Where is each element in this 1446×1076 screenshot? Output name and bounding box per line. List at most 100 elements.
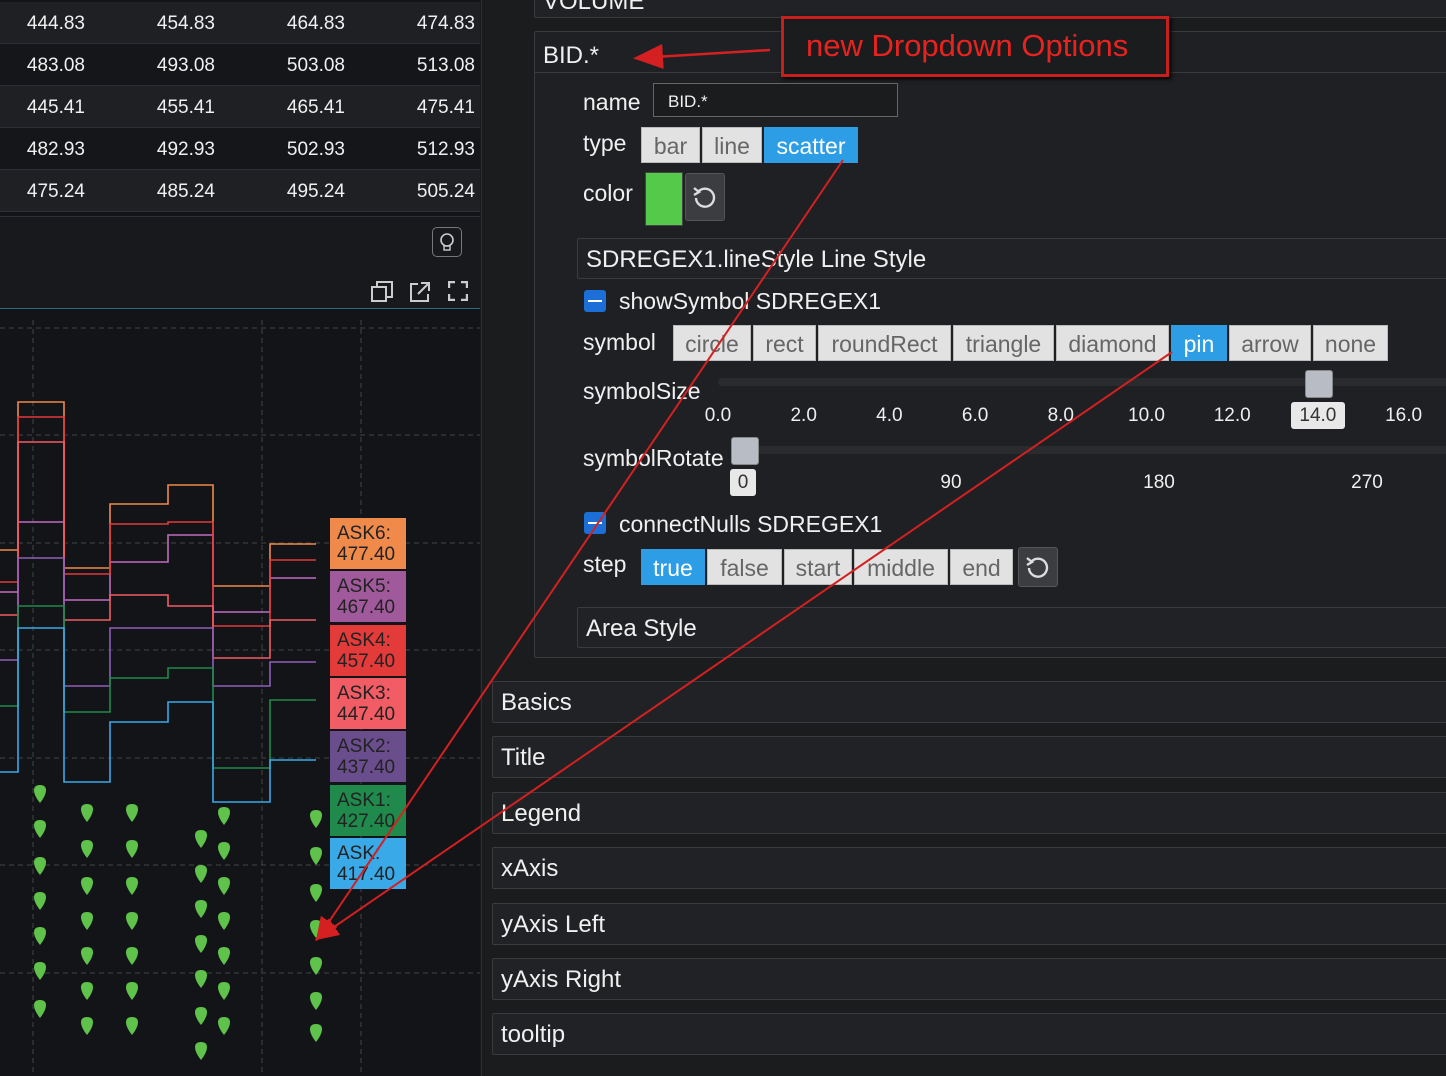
- pin-symbol: [218, 947, 230, 965]
- ask-label: ASK: 417.40: [330, 837, 406, 889]
- size-tick: 12.0: [1213, 405, 1251, 426]
- section-label: xAxis: [501, 855, 559, 883]
- symbol-option-arrow[interactable]: arrow: [1229, 325, 1311, 361]
- symbol-option-none[interactable]: none: [1313, 325, 1388, 361]
- connect-nulls-checkbox[interactable]: [584, 512, 606, 534]
- ask-label-value: 437.40: [337, 757, 396, 779]
- section-basics[interactable]: Basics: [492, 681, 1446, 723]
- table-cell: 444.83: [26, 13, 85, 34]
- table-cell: 464.83: [286, 13, 345, 34]
- section-yaxis-left[interactable]: yAxis Left: [492, 902, 1446, 945]
- pin-symbol: [310, 847, 322, 865]
- step-option-end[interactable]: end: [950, 549, 1013, 585]
- ask-label-name: ASK5:: [337, 576, 391, 598]
- pin-symbol: [81, 912, 93, 930]
- table-cell: 445.41: [26, 97, 85, 118]
- lightbulb-icon[interactable]: [432, 227, 462, 257]
- reset-color-icon[interactable]: [685, 173, 725, 221]
- section-yaxis-right[interactable]: yAxis Right: [492, 958, 1446, 1000]
- name-input-value: BID.*: [668, 92, 708, 111]
- table-cell: 492.93: [156, 139, 215, 160]
- symbol-size-slider-track[interactable]: [718, 378, 1446, 386]
- step-option-false[interactable]: false: [707, 549, 782, 585]
- pin-symbol: [81, 877, 93, 895]
- pin-symbol: [34, 785, 46, 803]
- size-tick: 14.0: [1290, 402, 1345, 429]
- size-tick: 4.0: [876, 405, 903, 426]
- external-link-icon[interactable]: [409, 281, 430, 302]
- step-option-true[interactable]: true: [641, 549, 705, 585]
- pin-symbol: [126, 877, 138, 895]
- type-option-scatter[interactable]: scatter: [764, 127, 858, 163]
- symbol-option-pin[interactable]: pin: [1171, 325, 1227, 361]
- show-symbol-checkbox[interactable]: [584, 290, 606, 312]
- pin-symbol: [218, 982, 230, 1000]
- table-cell: 512.93: [416, 139, 475, 160]
- pin-symbol: [195, 1007, 207, 1025]
- section-title[interactable]: Title: [492, 736, 1446, 779]
- pin-symbol: [34, 857, 46, 875]
- pin-symbol: [310, 920, 322, 938]
- section-label: yAxis Left: [501, 910, 606, 938]
- size-tick: 10.0: [1128, 405, 1165, 426]
- ask-label-name: ASK:: [337, 842, 381, 864]
- step-option-middle[interactable]: middle: [854, 549, 948, 585]
- pin-symbol: [126, 804, 138, 822]
- symbol-rotate-slider-track[interactable]: [732, 446, 1446, 454]
- type-option-bar[interactable]: bar: [641, 127, 700, 163]
- pin-symbol: [310, 1024, 322, 1042]
- step-line-chart[interactable]: [0, 310, 480, 1076]
- table-cell: 502.93: [286, 139, 345, 160]
- symbol-option-diamond[interactable]: diamond: [1056, 325, 1169, 361]
- ask-label-value: 467.40: [337, 597, 396, 619]
- table-cell: 455.41: [156, 97, 215, 118]
- step-option-start[interactable]: start: [784, 549, 852, 585]
- chart-toolbar: [0, 268, 480, 309]
- pin-symbol: [218, 912, 230, 930]
- size-tick: 2.0: [790, 405, 817, 426]
- linestyle-section-header[interactable]: SDREGEX1.lineStyle Line Style: [577, 238, 1446, 279]
- show-symbol-label: showSymbol SDREGEX1: [619, 288, 882, 314]
- ask-label-value: 417.40: [337, 863, 396, 885]
- section-label: Legend: [501, 799, 582, 827]
- symbol-option-circle[interactable]: circle: [673, 325, 751, 361]
- symbol-option-roundrect[interactable]: roundRect: [818, 325, 951, 361]
- reset-step-icon[interactable]: [1018, 547, 1058, 587]
- area-style-section-header[interactable]: Area Style: [577, 607, 1446, 648]
- rotate-tick: 90: [940, 472, 962, 493]
- ask-label-name: ASK1:: [337, 789, 391, 811]
- size-tick: 16.0: [1385, 405, 1423, 426]
- section-tooltip[interactable]: tooltip: [492, 1013, 1446, 1056]
- color-label: color: [583, 180, 633, 206]
- symbol-size-slider-handle[interactable]: [1305, 370, 1333, 398]
- pin-symbol: [195, 970, 207, 988]
- fullscreen-icon[interactable]: [447, 280, 469, 302]
- section-xaxis[interactable]: xAxis: [492, 847, 1446, 890]
- restore-window-icon[interactable]: [371, 281, 393, 302]
- pin-symbol: [218, 842, 230, 860]
- color-swatch[interactable]: [645, 172, 683, 226]
- pin-symbol: [126, 947, 138, 965]
- type-option-line[interactable]: line: [702, 127, 762, 163]
- table-cell: 505.24: [416, 181, 475, 202]
- section-legend[interactable]: Legend: [492, 791, 1446, 834]
- series-line: [0, 557, 316, 687]
- symbol-option-rect[interactable]: rect: [753, 325, 816, 361]
- name-input[interactable]: BID.*: [653, 83, 898, 117]
- symbol-option-triangle[interactable]: triangle: [953, 325, 1054, 361]
- pin-symbol: [126, 982, 138, 1000]
- ask-label: ASK4: 457.40: [330, 624, 406, 676]
- table-cell: 475.24: [26, 181, 85, 202]
- pin-symbol: [81, 804, 93, 822]
- symbol-rotate-label: symbolRotate: [583, 445, 724, 471]
- ask-label: ASK2: 437.40: [330, 731, 406, 783]
- ask-label: ASK3: 447.40: [330, 677, 406, 729]
- volume-header-label: VOLUME: [543, 0, 645, 15]
- pin-symbol: [81, 840, 93, 858]
- pin-symbol: [195, 1042, 207, 1060]
- table-cell: 474.83: [416, 13, 475, 34]
- ask-label-value: 447.40: [337, 703, 396, 725]
- symbol-rotate-slider-handle[interactable]: [731, 437, 759, 465]
- size-tick: 6.0: [961, 405, 989, 426]
- step-label: step: [583, 551, 627, 577]
